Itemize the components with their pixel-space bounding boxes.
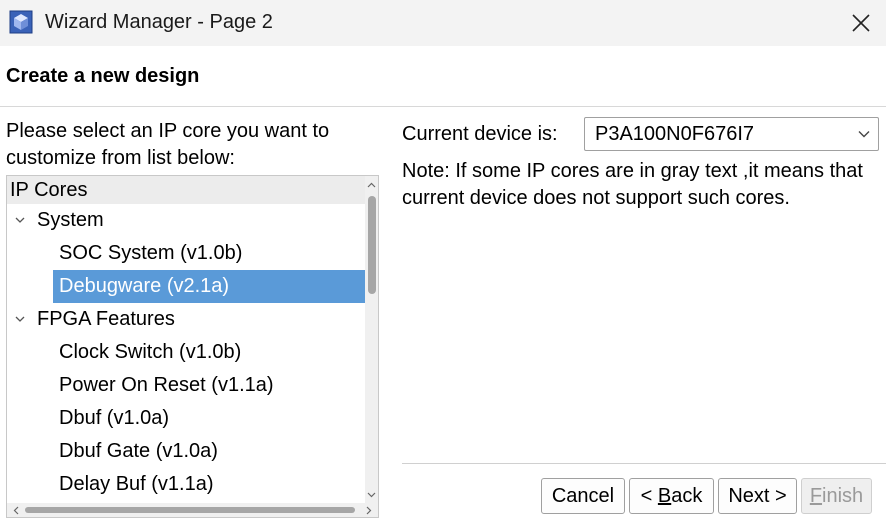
tree-item-debugware[interactable]: Debugware (v2.1a) bbox=[7, 270, 365, 303]
title-bar: Wizard Manager - Page 2 bbox=[0, 0, 886, 46]
chevron-down-icon[interactable] bbox=[13, 303, 27, 336]
tree-item-label: Dbuf (v1.0a) bbox=[59, 407, 170, 429]
tree-item-soc-system[interactable]: SOC System (v1.0b) bbox=[7, 237, 365, 270]
cancel-button[interactable]: Cancel bbox=[541, 478, 625, 514]
chevron-down-icon[interactable] bbox=[13, 204, 27, 237]
footer-divider bbox=[402, 463, 886, 464]
device-select-value: P3A100N0F676I7 bbox=[595, 123, 755, 145]
tree-item-clock-switch[interactable]: Clock Switch (v1.0b) bbox=[7, 336, 365, 369]
horizontal-scroll-thumb[interactable] bbox=[25, 507, 355, 513]
tree-group-system[interactable]: System bbox=[7, 204, 365, 237]
tree-item-label: Delay Buf (v1.1a) bbox=[59, 473, 214, 495]
back-button-accelerator: B bbox=[657, 485, 672, 507]
next-button[interactable]: Next > bbox=[718, 478, 797, 514]
finish-button[interactable]: Finish bbox=[801, 478, 872, 514]
ip-core-tree[interactable]: IP Cores System SOC System (v1.0b) Debug… bbox=[6, 175, 379, 518]
tree-group-label: FPGA Features bbox=[37, 308, 175, 330]
header-divider bbox=[0, 106, 886, 107]
wizard-cube-icon bbox=[9, 10, 33, 34]
tree-item-label: Clock Switch (v1.0b) bbox=[59, 341, 242, 363]
tree-item-delay-buf[interactable]: Delay Buf (v1.1a) bbox=[7, 468, 365, 501]
tree-group-fpga-features[interactable]: FPGA Features bbox=[7, 303, 365, 336]
back-button[interactable]: < Back bbox=[629, 478, 714, 514]
tree-item-label: Power On Reset (v1.1a) bbox=[59, 374, 274, 396]
tree-item-label: Debugware (v2.1a) bbox=[59, 275, 230, 297]
tree-item-power-on-reset[interactable]: Power On Reset (v1.1a) bbox=[7, 369, 365, 402]
tree-item-label: SOC System (v1.0b) bbox=[59, 242, 243, 264]
current-device-label: Current device is: bbox=[402, 123, 558, 145]
close-button[interactable] bbox=[836, 0, 886, 46]
scroll-down-icon[interactable] bbox=[365, 488, 378, 502]
window-title: Wizard Manager - Page 2 bbox=[45, 11, 273, 33]
back-button-rest: ack bbox=[671, 485, 703, 507]
tree-group-label: System bbox=[37, 209, 104, 231]
finish-button-rest: inish bbox=[822, 485, 864, 507]
scroll-left-icon[interactable] bbox=[9, 503, 23, 517]
page-heading: Create a new design bbox=[6, 65, 200, 87]
device-select[interactable]: P3A100N0F676I7 bbox=[584, 117, 879, 151]
horizontal-scrollbar[interactable] bbox=[7, 503, 378, 517]
tree-item-label: Dbuf Gate (v1.0a) bbox=[59, 440, 218, 462]
ip-core-instruction: Please select an IP core you want to cus… bbox=[6, 120, 330, 169]
tree-item-dbuf[interactable]: Dbuf (v1.0a) bbox=[7, 402, 365, 435]
scroll-up-icon[interactable] bbox=[365, 178, 378, 192]
back-button-prefix: < bbox=[640, 485, 658, 507]
finish-button-accelerator: F bbox=[809, 485, 823, 507]
scroll-right-icon[interactable] bbox=[362, 503, 376, 517]
vertical-scroll-thumb[interactable] bbox=[368, 196, 376, 294]
tree-header: IP Cores bbox=[7, 176, 365, 204]
device-support-note: Note: If some IP cores are in gray text … bbox=[402, 160, 863, 209]
tree-item-dbuf-gate[interactable]: Dbuf Gate (v1.0a) bbox=[7, 435, 365, 468]
vertical-scrollbar[interactable] bbox=[365, 176, 378, 504]
chevron-down-icon bbox=[856, 118, 872, 150]
close-icon bbox=[852, 14, 870, 32]
